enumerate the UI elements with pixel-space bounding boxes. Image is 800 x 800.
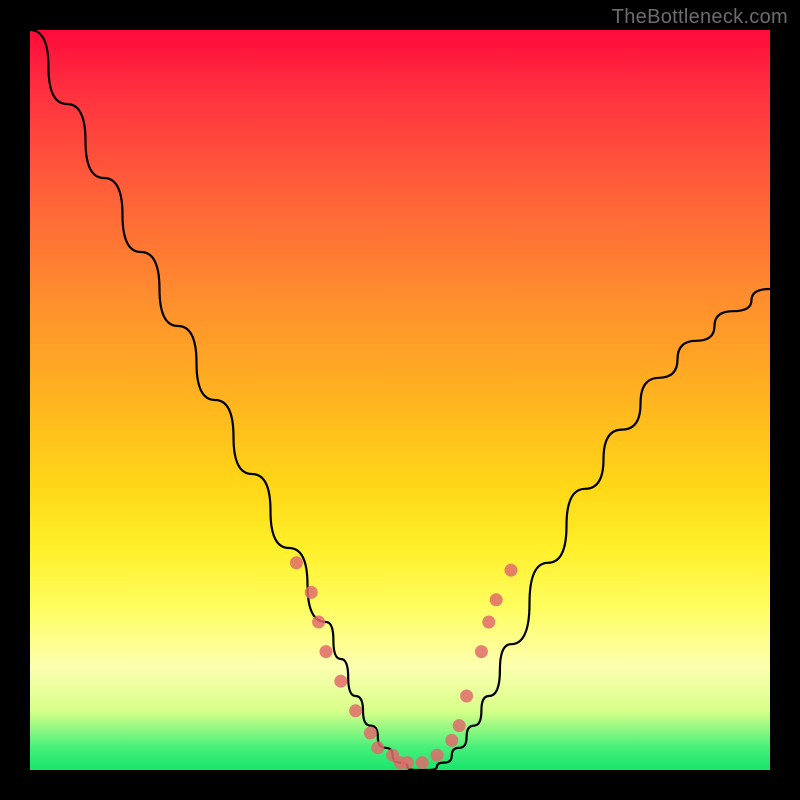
marker-dot — [401, 756, 414, 769]
marker-dot — [290, 556, 303, 569]
chart-svg — [30, 30, 770, 770]
marker-dot — [460, 690, 473, 703]
marker-group — [290, 556, 518, 769]
marker-dot — [349, 704, 362, 717]
plot-area — [30, 30, 770, 770]
marker-dot — [364, 727, 377, 740]
marker-dot — [305, 586, 318, 599]
marker-dot — [505, 564, 518, 577]
marker-dot — [490, 593, 503, 606]
chart-frame: TheBottleneck.com — [0, 0, 800, 800]
marker-dot — [334, 675, 347, 688]
marker-dot — [416, 756, 429, 769]
watermark-text: TheBottleneck.com — [612, 6, 788, 29]
marker-dot — [453, 719, 466, 732]
marker-dot — [445, 734, 458, 747]
bottleneck-curve — [30, 30, 770, 770]
marker-dot — [312, 616, 325, 629]
marker-dot — [482, 616, 495, 629]
marker-dot — [371, 741, 384, 754]
marker-dot — [475, 645, 488, 658]
marker-dot — [320, 645, 333, 658]
marker-dot — [431, 749, 444, 762]
